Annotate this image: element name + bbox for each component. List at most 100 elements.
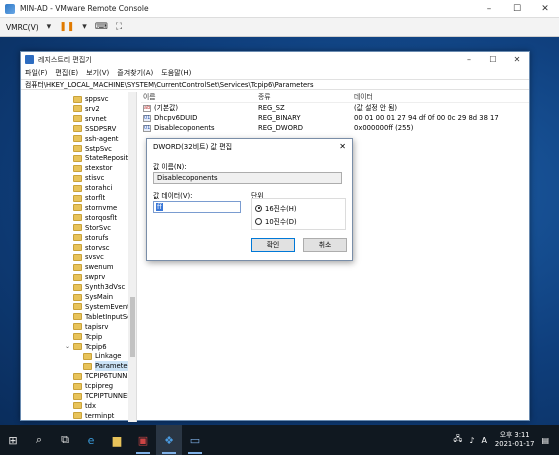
- collapse-icon[interactable]: ⌄: [65, 342, 70, 352]
- tree-item[interactable]: tdx: [73, 401, 96, 411]
- value-row[interactable]: 01 Disablecoponents REG_DWORD 0x000000ff …: [141, 123, 529, 133]
- tree-item[interactable]: TCPIPTUNNEL: [73, 391, 131, 401]
- server-manager-icon[interactable]: ▣: [130, 425, 156, 455]
- task-view-icon[interactable]: ⧉: [52, 425, 78, 455]
- network-icon[interactable]: 🖧: [453, 433, 462, 447]
- folder-icon: [73, 263, 82, 271]
- tree-item-label: storvsc: [85, 243, 110, 252]
- folder-icon: [83, 362, 92, 370]
- tree-item-label: storflt: [85, 194, 106, 202]
- folder-icon: [73, 244, 82, 251]
- pause-icon[interactable]: ❚❚: [59, 22, 74, 32]
- tree-item[interactable]: storahci: [73, 183, 112, 193]
- value-type: REG_DWORD: [258, 124, 303, 132]
- vmrc-menu[interactable]: VMRC(V): [6, 23, 39, 32]
- vmware-logo-icon: [5, 3, 15, 14]
- dropdown-icon[interactable]: ▾: [82, 22, 87, 32]
- dropdown-icon[interactable]: ▾: [47, 22, 52, 32]
- value-data: 0x000000ff (255): [354, 124, 414, 132]
- tree-item[interactable]: svsvc: [73, 252, 104, 262]
- edge-browser-icon[interactable]: e: [78, 425, 104, 455]
- address-bar[interactable]: 컴퓨터\HKEY_LOCAL_MACHINE\SYSTEM\CurrentCon…: [21, 79, 529, 90]
- tree-item[interactable]: storflt: [73, 193, 105, 203]
- tree-item[interactable]: storvsc: [73, 243, 109, 253]
- tree-item-label: terminpt: [85, 411, 115, 420]
- menu-favorites[interactable]: 즐겨찾기(A): [117, 68, 153, 78]
- menu-help[interactable]: 도움말(H): [161, 68, 191, 78]
- file-explorer-icon[interactable]: ▆: [104, 425, 130, 455]
- tree-item[interactable]: storufs: [73, 233, 108, 243]
- radio-dec[interactable]: 10진수(D): [255, 216, 297, 226]
- tree-item[interactable]: Parameters: [83, 361, 134, 372]
- radio-hex[interactable]: 16진수(H): [255, 203, 297, 213]
- tree-item[interactable]: SSDPSRV: [73, 124, 116, 134]
- minimize-button[interactable]: –: [475, 0, 503, 17]
- radio-dec-label: 10진수(D): [265, 218, 297, 226]
- tree-item[interactable]: sppsvc: [73, 94, 108, 104]
- send-ctrl-alt-del-icon[interactable]: ⌨: [95, 22, 108, 32]
- fullscreen-icon[interactable]: ⛶: [116, 22, 122, 32]
- edit-dword-dialog: DWORD(32비트) 값 편집 ✕ 값 이름(N): Disablecopon…: [146, 138, 353, 261]
- remote-desktop-icon[interactable]: ▭: [182, 425, 208, 455]
- regedit-maximize-button[interactable]: ☐: [481, 52, 505, 67]
- menu-edit[interactable]: 편집(E): [55, 68, 78, 78]
- tree-item[interactable]: swprv: [73, 272, 105, 282]
- tree-item[interactable]: stexstor: [73, 163, 112, 173]
- tree-item[interactable]: StorSvc: [73, 223, 111, 233]
- regedit-taskbar-icon[interactable]: ❖: [156, 425, 182, 455]
- column-name[interactable]: 이름: [141, 92, 258, 102]
- volume-icon[interactable]: ♪: [469, 436, 474, 445]
- regedit-minimize-button[interactable]: –: [457, 52, 481, 67]
- dialog-title: DWORD(32비트) 값 편집: [153, 143, 233, 151]
- column-data[interactable]: 데이터: [354, 92, 529, 102]
- notification-icon[interactable]: ▤: [541, 436, 549, 445]
- column-type[interactable]: 종류: [258, 92, 354, 102]
- search-icon[interactable]: ⌕: [26, 425, 52, 455]
- start-button[interactable]: ⊞: [0, 425, 26, 455]
- clock[interactable]: 오후 3:11 2021-01-17: [495, 431, 535, 449]
- input-language-indicator[interactable]: A: [481, 436, 486, 445]
- system-tray: 🖧 ♪ A 오후 3:11 2021-01-17 ▤: [446, 425, 549, 455]
- value-row[interactable]: 01 Dhcpv6DUID REG_BINARY 00 01 00 01 27 9…: [141, 113, 529, 123]
- menu-view[interactable]: 보기(V): [86, 68, 109, 78]
- folder-icon: [73, 95, 82, 103]
- radio-selected-icon: [255, 204, 262, 212]
- tree-item[interactable]: ssh-agent: [73, 134, 118, 144]
- tree-item-label: stisvc: [85, 174, 105, 183]
- menu-file[interactable]: 파일(F): [25, 68, 47, 78]
- cancel-button[interactable]: 취소: [303, 238, 347, 252]
- vmrc-title-bar: MIN-AD - VMware Remote Console – ☐ ✕: [0, 0, 559, 18]
- tree-item[interactable]: tapisrv: [73, 322, 108, 332]
- tree-item[interactable]: SysMain: [73, 292, 113, 302]
- folder-icon: [73, 145, 82, 152]
- tree-item[interactable]: srvnet: [73, 114, 107, 124]
- maximize-button[interactable]: ☐: [503, 0, 531, 17]
- dialog-close-button[interactable]: ✕: [339, 139, 346, 155]
- folder-icon: [73, 392, 82, 400]
- tree-item[interactable]: storqosflt: [73, 213, 117, 223]
- folder-icon: [83, 352, 92, 360]
- scrollbar-thumb[interactable]: [130, 297, 135, 357]
- values-pane: 이름 종류 데이터 ab (기본값) REG_SZ (값 설정 안 됨) 01 Dh…: [141, 92, 529, 133]
- ok-button[interactable]: 확인: [251, 238, 295, 252]
- tree-item[interactable]: tcpipreg: [73, 381, 113, 391]
- value-data: (값 설정 안 됨): [354, 104, 398, 112]
- tree-item[interactable]: Synth3dVsc: [73, 282, 125, 292]
- tree-item[interactable]: stisvc: [73, 173, 104, 183]
- tree-item[interactable]: terminpt: [73, 411, 114, 421]
- close-button[interactable]: ✕: [531, 0, 559, 17]
- tree-scrollbar[interactable]: [128, 92, 136, 422]
- tree-item[interactable]: Tcpip: [73, 332, 102, 342]
- tree-item[interactable]: srv2: [73, 104, 100, 114]
- tree-item[interactable]: ⌄ Tcpip6: [65, 342, 107, 352]
- tree-item-label: srv2: [85, 104, 100, 113]
- tree-item[interactable]: Linkage: [83, 351, 121, 361]
- value-data-input[interactable]: ff: [153, 201, 241, 213]
- regedit-close-button[interactable]: ✕: [505, 52, 529, 67]
- tree-item[interactable]: SstpSvc: [73, 144, 112, 154]
- radio-hex-label: 16진수(H): [265, 205, 297, 213]
- tree-item[interactable]: stornvme: [73, 203, 117, 213]
- tree-item[interactable]: TCPIP6TUNNEL: [73, 371, 135, 381]
- value-row[interactable]: ab (기본값) REG_SZ (값 설정 안 됨): [141, 103, 529, 113]
- tree-item[interactable]: swenum: [73, 262, 114, 272]
